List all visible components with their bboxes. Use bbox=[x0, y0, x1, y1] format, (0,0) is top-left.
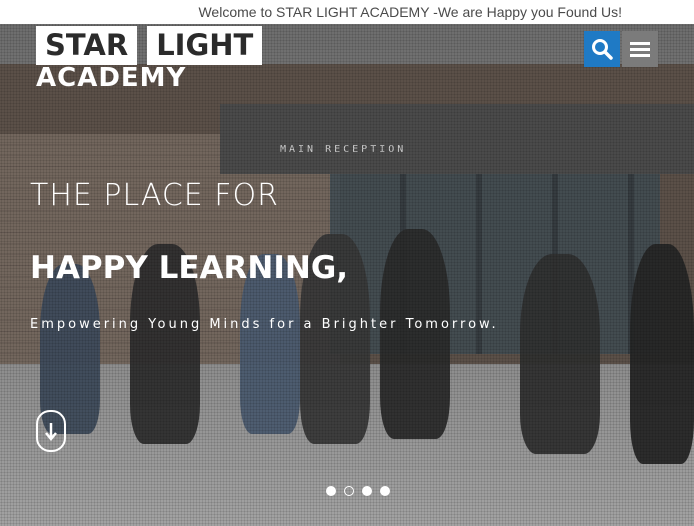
search-button[interactable] bbox=[584, 31, 620, 67]
logo-word-star: STAR bbox=[36, 26, 138, 65]
hero-headline-line1: THE PLACE FOR bbox=[30, 178, 280, 213]
slider-dot[interactable] bbox=[344, 486, 354, 496]
slider-dot[interactable] bbox=[326, 486, 336, 496]
hero-headline-line2: HAPPY LEARNING, bbox=[30, 250, 349, 286]
arrow-down-icon bbox=[45, 423, 57, 441]
logo-academy: ACADEMY bbox=[36, 63, 187, 93]
hero-banner: MAIN RECEPTION THE PLACE FOR HAPPY LEARN… bbox=[0, 24, 694, 526]
logo-word-light: LIGHT bbox=[147, 26, 263, 65]
scroll-down-button[interactable] bbox=[36, 410, 66, 452]
slider-dot[interactable] bbox=[362, 486, 372, 496]
welcome-bar: Welcome to STAR LIGHT ACADEMY -We are Ha… bbox=[0, 0, 694, 25]
site-logo[interactable]: STAR LIGHT ACADEMY bbox=[36, 26, 263, 93]
menu-button[interactable] bbox=[622, 31, 658, 67]
hero-tagline: Empowering Young Minds for a Brighter To… bbox=[30, 317, 499, 332]
hamburger-icon bbox=[630, 39, 650, 60]
slider-dots bbox=[326, 486, 390, 496]
search-icon bbox=[592, 39, 613, 60]
slider-dot[interactable] bbox=[380, 486, 390, 496]
welcome-text: Welcome to STAR LIGHT ACADEMY -We are Ha… bbox=[198, 4, 622, 20]
